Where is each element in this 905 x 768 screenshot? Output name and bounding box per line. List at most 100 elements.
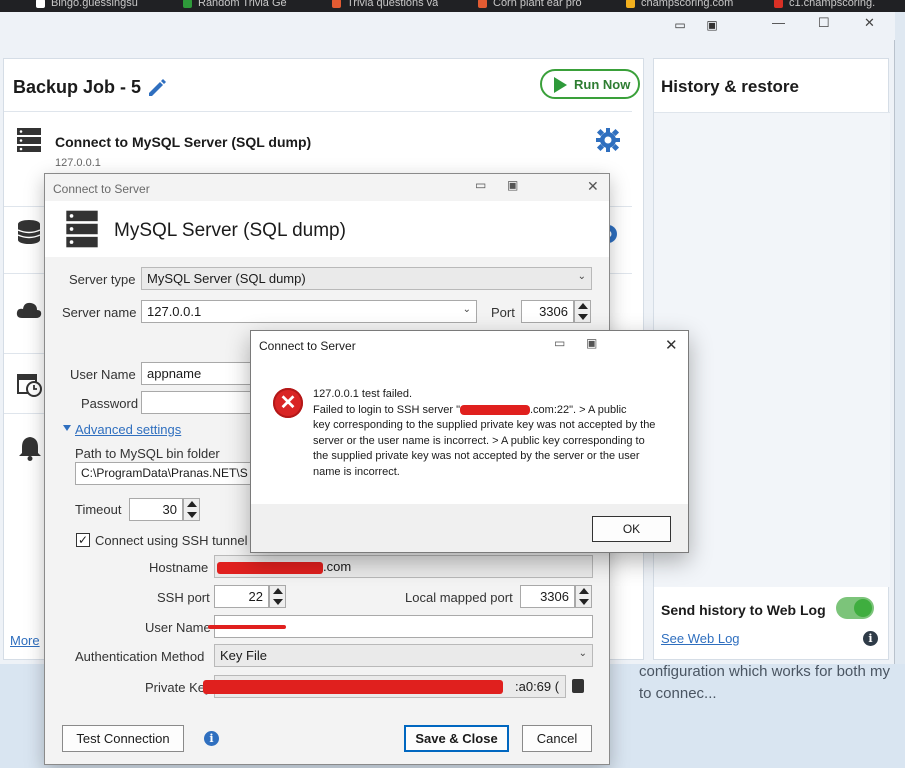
password-label: Password xyxy=(81,396,139,411)
maximize-button[interactable]: ☐ xyxy=(818,15,830,31)
snap-icon[interactable]: ▭ xyxy=(554,336,565,350)
cloud-icon xyxy=(16,302,42,318)
gear-icon[interactable] xyxy=(596,128,620,152)
screenshot-icon[interactable]: ▣ xyxy=(586,336,597,350)
tab-favicon-icon xyxy=(774,0,783,8)
expand-triangle-icon xyxy=(63,425,71,431)
error-line-2: Failed to login to SSH server " .com:22".… xyxy=(313,403,627,416)
schedule-icon xyxy=(17,374,42,397)
job-title: Backup Job - 5 xyxy=(13,77,142,97)
app-titlebar: ▭ ▣ — ☐ ✕ xyxy=(0,12,895,40)
private-key-label: Private Key xyxy=(145,680,212,695)
local-port-label: Local mapped port xyxy=(405,590,513,605)
send-history-label: Send history to Web Log xyxy=(661,602,826,618)
play-icon xyxy=(554,77,567,93)
ssh-tunnel-label: Connect using SSH tunnel xyxy=(95,533,248,548)
tab-favicon-icon xyxy=(36,0,45,8)
tab-favicon-icon xyxy=(183,0,192,8)
chevron-down-icon: ⌄ xyxy=(578,648,587,659)
browser-tab[interactable]: Random Trivia Ge xyxy=(183,0,287,11)
dialog-heading: MySQL Server (SQL dump) xyxy=(114,220,346,241)
ssh-port-input[interactable]: 22 xyxy=(214,585,269,608)
bin-folder-input[interactable]: C:\ProgramData\Pranas.NET\S xyxy=(75,462,251,485)
screenshot-icon[interactable]: ▣ xyxy=(702,16,722,34)
browse-key-file-icon[interactable] xyxy=(572,679,584,693)
history-title: History & restore xyxy=(661,77,799,96)
screenshot-icon[interactable]: ▣ xyxy=(507,178,518,192)
port-stepper[interactable] xyxy=(574,300,591,323)
save-close-button[interactable]: Save & Close xyxy=(404,725,509,752)
redaction-scribble xyxy=(459,404,530,415)
info-icon[interactable]: i xyxy=(204,731,219,746)
snap-icon[interactable]: ▭ xyxy=(475,178,486,192)
tab-favicon-icon xyxy=(478,0,487,8)
server-icon xyxy=(66,210,98,248)
send-history-toggle[interactable] xyxy=(836,597,874,619)
background-page-text: configuration which works for both my to … xyxy=(639,663,890,702)
bin-folder-label: Path to MySQL bin folder xyxy=(75,446,220,461)
snap-icon[interactable]: ▭ xyxy=(670,16,690,34)
server-type-select[interactable]: MySQL Server (SQL dump) ⌄ xyxy=(141,267,592,290)
timeout-input[interactable]: 30 xyxy=(129,498,183,521)
error-dialog-title: Connect to Server xyxy=(259,339,356,353)
edit-pencil-icon[interactable] xyxy=(146,76,168,98)
timeout-stepper[interactable] xyxy=(183,498,200,521)
error-message: 127.0.0.1 test failed. Failed to login t… xyxy=(313,387,663,480)
server-name-combo[interactable]: 127.0.0.1 ⌄ xyxy=(141,300,477,323)
error-close-button[interactable]: ✕ xyxy=(665,336,678,354)
tab-favicon-icon xyxy=(332,0,341,8)
redaction-scribble xyxy=(203,680,503,694)
browser-tab[interactable]: Corn plant ear pro xyxy=(478,0,582,11)
error-icon: ✕ xyxy=(273,388,303,418)
history-list[interactable] xyxy=(654,112,890,587)
run-now-button[interactable]: Run Now xyxy=(540,69,640,99)
auth-method-select[interactable]: Key File ⌄ xyxy=(214,644,593,667)
toggle-knob xyxy=(854,599,872,617)
divider xyxy=(4,111,632,112)
local-port-input[interactable]: 3306 xyxy=(520,585,575,608)
database-icon xyxy=(17,220,41,244)
error-line-1: 127.0.0.1 test failed. xyxy=(313,388,413,400)
info-icon[interactable]: i xyxy=(863,631,878,646)
ssh-port-label: SSH port xyxy=(157,590,210,605)
tab-favicon-icon xyxy=(626,0,635,8)
dialog-header: MySQL Server (SQL dump) xyxy=(45,201,609,257)
close-button[interactable]: ✕ xyxy=(864,15,875,31)
ssh-tunnel-checkbox[interactable]: ✓ xyxy=(76,533,90,547)
see-web-log-link[interactable]: See Web Log xyxy=(661,631,740,646)
local-port-stepper[interactable] xyxy=(575,585,592,608)
dialog-close-button[interactable]: ✕ xyxy=(587,178,599,195)
browser-tab[interactable]: champscoring.com xyxy=(626,0,733,11)
browser-tab-strip: Bingo.guessingsu Random Trivia Ge Trivia… xyxy=(0,0,905,12)
browser-tab[interactable]: Trivia questions va xyxy=(332,0,438,11)
ssh-username-label: User Name xyxy=(145,620,211,635)
more-link[interactable]: More xyxy=(10,633,40,648)
username-label: User Name xyxy=(70,367,136,382)
server-icon xyxy=(17,128,41,152)
browser-tab[interactable]: Bingo.guessingsu xyxy=(36,0,138,11)
browser-tab[interactable]: c1.champscoring. xyxy=(774,0,875,11)
chevron-down-icon: ⌄ xyxy=(462,304,471,315)
redaction-scribble xyxy=(208,625,286,629)
test-connection-button[interactable]: Test Connection xyxy=(62,725,184,752)
source-name: Connect to MySQL Server (SQL dump) xyxy=(55,134,312,150)
ssh-port-stepper[interactable] xyxy=(269,585,286,608)
chevron-down-icon: ⌄ xyxy=(577,271,586,282)
port-label: Port xyxy=(491,305,515,320)
timeout-label: Timeout xyxy=(75,502,122,517)
auth-method-label: Authentication Method xyxy=(75,649,205,664)
dialog-title: Connect to Server xyxy=(53,182,150,196)
port-input[interactable]: 3306 xyxy=(521,300,574,323)
error-body: key corresponding to the supplied privat… xyxy=(313,419,656,478)
server-name-label: Server name xyxy=(62,305,137,320)
hostname-label: Hostname xyxy=(149,560,209,575)
ok-button[interactable]: OK xyxy=(592,516,671,542)
advanced-settings-link[interactable]: Advanced settings xyxy=(75,422,181,437)
password-input[interactable] xyxy=(141,391,261,414)
minimize-button[interactable]: — xyxy=(772,15,785,30)
source-subtitle: 127.0.0.1 xyxy=(55,157,101,169)
username-input[interactable]: appname xyxy=(141,362,261,385)
error-dialog: Connect to Server ▭ ▣ ✕ ✕ 127.0.0.1 test… xyxy=(250,330,689,553)
cancel-button[interactable]: Cancel xyxy=(522,725,592,752)
bell-icon xyxy=(19,437,41,461)
